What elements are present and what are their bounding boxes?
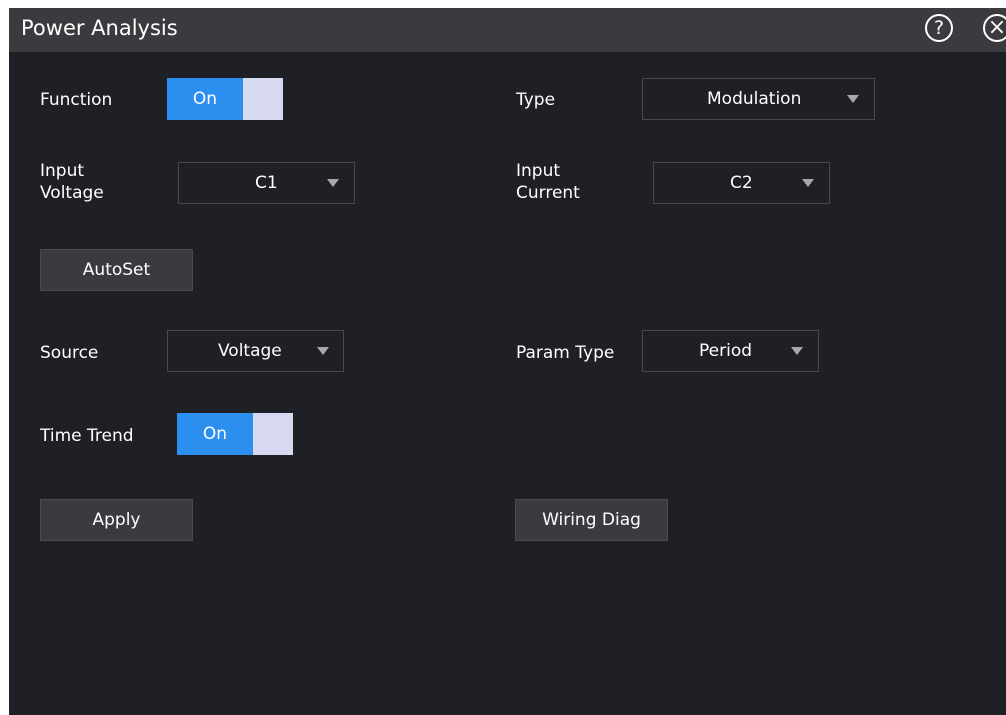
source-select[interactable]: Voltage: [167, 330, 344, 372]
time-trend-toggle[interactable]: On: [177, 413, 293, 455]
apply-button[interactable]: Apply: [40, 499, 193, 541]
function-toggle[interactable]: On: [167, 78, 283, 120]
input-current-label-line1: Input: [516, 161, 561, 181]
param-type-label: Param Type: [516, 343, 615, 363]
param-type-select-value: Period: [699, 341, 753, 361]
chevron-down-icon: [791, 347, 803, 355]
close-icon[interactable]: ×: [983, 14, 1006, 42]
param-type-select[interactable]: Period: [642, 330, 819, 372]
help-icon[interactable]: ?: [925, 14, 953, 42]
input-current-select-value: C2: [730, 173, 753, 193]
chevron-down-icon: [847, 95, 859, 103]
time-trend-label: Time Trend: [40, 426, 134, 446]
source-label: Source: [40, 343, 99, 363]
input-voltage-label-line1: Input: [40, 161, 85, 181]
type-select-value: Modulation: [707, 89, 802, 109]
input-voltage-select-value: C1: [255, 173, 278, 193]
time-trend-toggle-state: On: [177, 413, 253, 455]
source-select-value: Voltage: [218, 341, 282, 361]
function-label: Function: [40, 90, 113, 110]
input-voltage-select[interactable]: C1: [178, 162, 355, 204]
input-current-select[interactable]: C2: [653, 162, 830, 204]
function-toggle-state: On: [167, 78, 243, 120]
input-current-label-line2: Current: [516, 183, 580, 203]
chevron-down-icon: [317, 347, 329, 355]
power-analysis-dialog: Power Analysis ? × Function On Type Modu…: [9, 8, 1006, 715]
dialog-title: Power Analysis: [21, 16, 178, 40]
chevron-down-icon: [327, 179, 339, 187]
type-label: Type: [516, 90, 556, 110]
chevron-down-icon: [802, 179, 814, 187]
type-select[interactable]: Modulation: [642, 78, 875, 120]
input-voltage-label-line2: Voltage: [40, 183, 104, 203]
wiring-diag-button[interactable]: Wiring Diag: [515, 499, 668, 541]
titlebar: Power Analysis ? ×: [9, 8, 1006, 52]
autoset-button[interactable]: AutoSet: [40, 249, 193, 291]
